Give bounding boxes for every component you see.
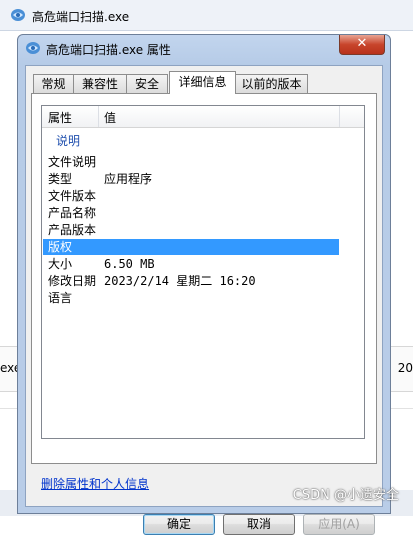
property-value: 6.50 MB	[104, 257, 155, 271]
list-header: 属性 值	[42, 106, 364, 128]
property-value: 2023/2/14 星期二 16:20	[104, 274, 256, 288]
property-value: 应用程序	[104, 172, 153, 186]
table-row[interactable]: 产品版本	[43, 222, 339, 238]
group-header-description: 说明	[56, 134, 81, 148]
background-window-title: 高危端口扫描.exe	[32, 10, 130, 24]
property-name: 文件说明	[48, 155, 97, 169]
property-name: 类型	[48, 172, 73, 186]
tab-label: 详细信息	[178, 75, 227, 89]
ok-button[interactable]: 确定	[143, 514, 215, 535]
dialog-client-area: 常规 兼容性 安全 详细信息 以前的版本 属性 值 说明 文件说明 类型 应用程…	[25, 65, 383, 535]
table-row[interactable]: 大小 6.50 MB	[43, 256, 339, 272]
app-icon	[25, 41, 41, 58]
tab-general[interactable]: 常规	[33, 74, 74, 93]
apply-button[interactable]: 应用(A)	[303, 514, 375, 535]
details-panel: 属性 值 说明 文件说明 类型 应用程序 文件版本 产品名称 产品版本 版权 大…	[31, 93, 377, 464]
background-fragment-right: 20	[397, 361, 413, 375]
table-row[interactable]: 文件说明	[43, 154, 339, 170]
table-row-selected[interactable]: 版权	[43, 239, 339, 255]
tab-label: 兼容性	[81, 77, 118, 91]
property-name: 产品版本	[48, 223, 97, 237]
tab-compatibility[interactable]: 兼容性	[73, 74, 127, 93]
property-name: 修改日期	[48, 274, 97, 288]
property-name: 文件版本	[48, 189, 97, 203]
dialog-titlebar[interactable]: 高危端口扫描.exe 属性 ✕	[18, 35, 390, 63]
close-button[interactable]: ✕	[339, 35, 385, 55]
column-divider[interactable]	[339, 106, 340, 127]
table-row[interactable]: 语言	[43, 290, 339, 306]
background-window-titlebar: 高危端口扫描.exe	[0, 0, 413, 31]
table-row[interactable]: 产品名称	[43, 205, 339, 221]
column-divider[interactable]	[98, 106, 99, 127]
property-name: 大小	[48, 257, 73, 271]
properties-dialog: 高危端口扫描.exe 属性 ✕ 常规 兼容性 安全 详细信息 以前的版本 属性 …	[17, 34, 391, 535]
table-row[interactable]: 文件版本	[43, 188, 339, 204]
app-icon	[10, 8, 26, 25]
cancel-button[interactable]: 取消	[223, 514, 295, 535]
column-header-property[interactable]: 属性	[48, 109, 72, 126]
property-name: 版权	[48, 240, 73, 254]
tab-previous-versions[interactable]: 以前的版本	[235, 74, 308, 93]
watermark-text: CSDN @小遗安全	[292, 488, 399, 503]
column-header-value[interactable]: 值	[104, 109, 116, 126]
tab-label: 安全	[134, 77, 159, 91]
properties-list[interactable]: 属性 值 说明 文件说明 类型 应用程序 文件版本 产品名称 产品版本 版权 大…	[41, 105, 365, 439]
remove-properties-link[interactable]: 删除属性和个人信息	[41, 475, 149, 492]
tab-details[interactable]: 详细信息	[169, 71, 236, 94]
tab-label: 以前的版本	[241, 77, 302, 91]
table-row[interactable]: 修改日期 2023/2/14 星期二 16:20	[43, 273, 339, 289]
dialog-title: 高危端口扫描.exe 属性	[46, 43, 171, 57]
tab-label: 常规	[41, 77, 66, 91]
property-name: 语言	[48, 291, 73, 305]
tab-security[interactable]: 安全	[126, 74, 168, 93]
property-name: 产品名称	[48, 206, 97, 220]
close-icon: ✕	[356, 36, 368, 51]
table-row[interactable]: 类型 应用程序	[43, 171, 339, 187]
